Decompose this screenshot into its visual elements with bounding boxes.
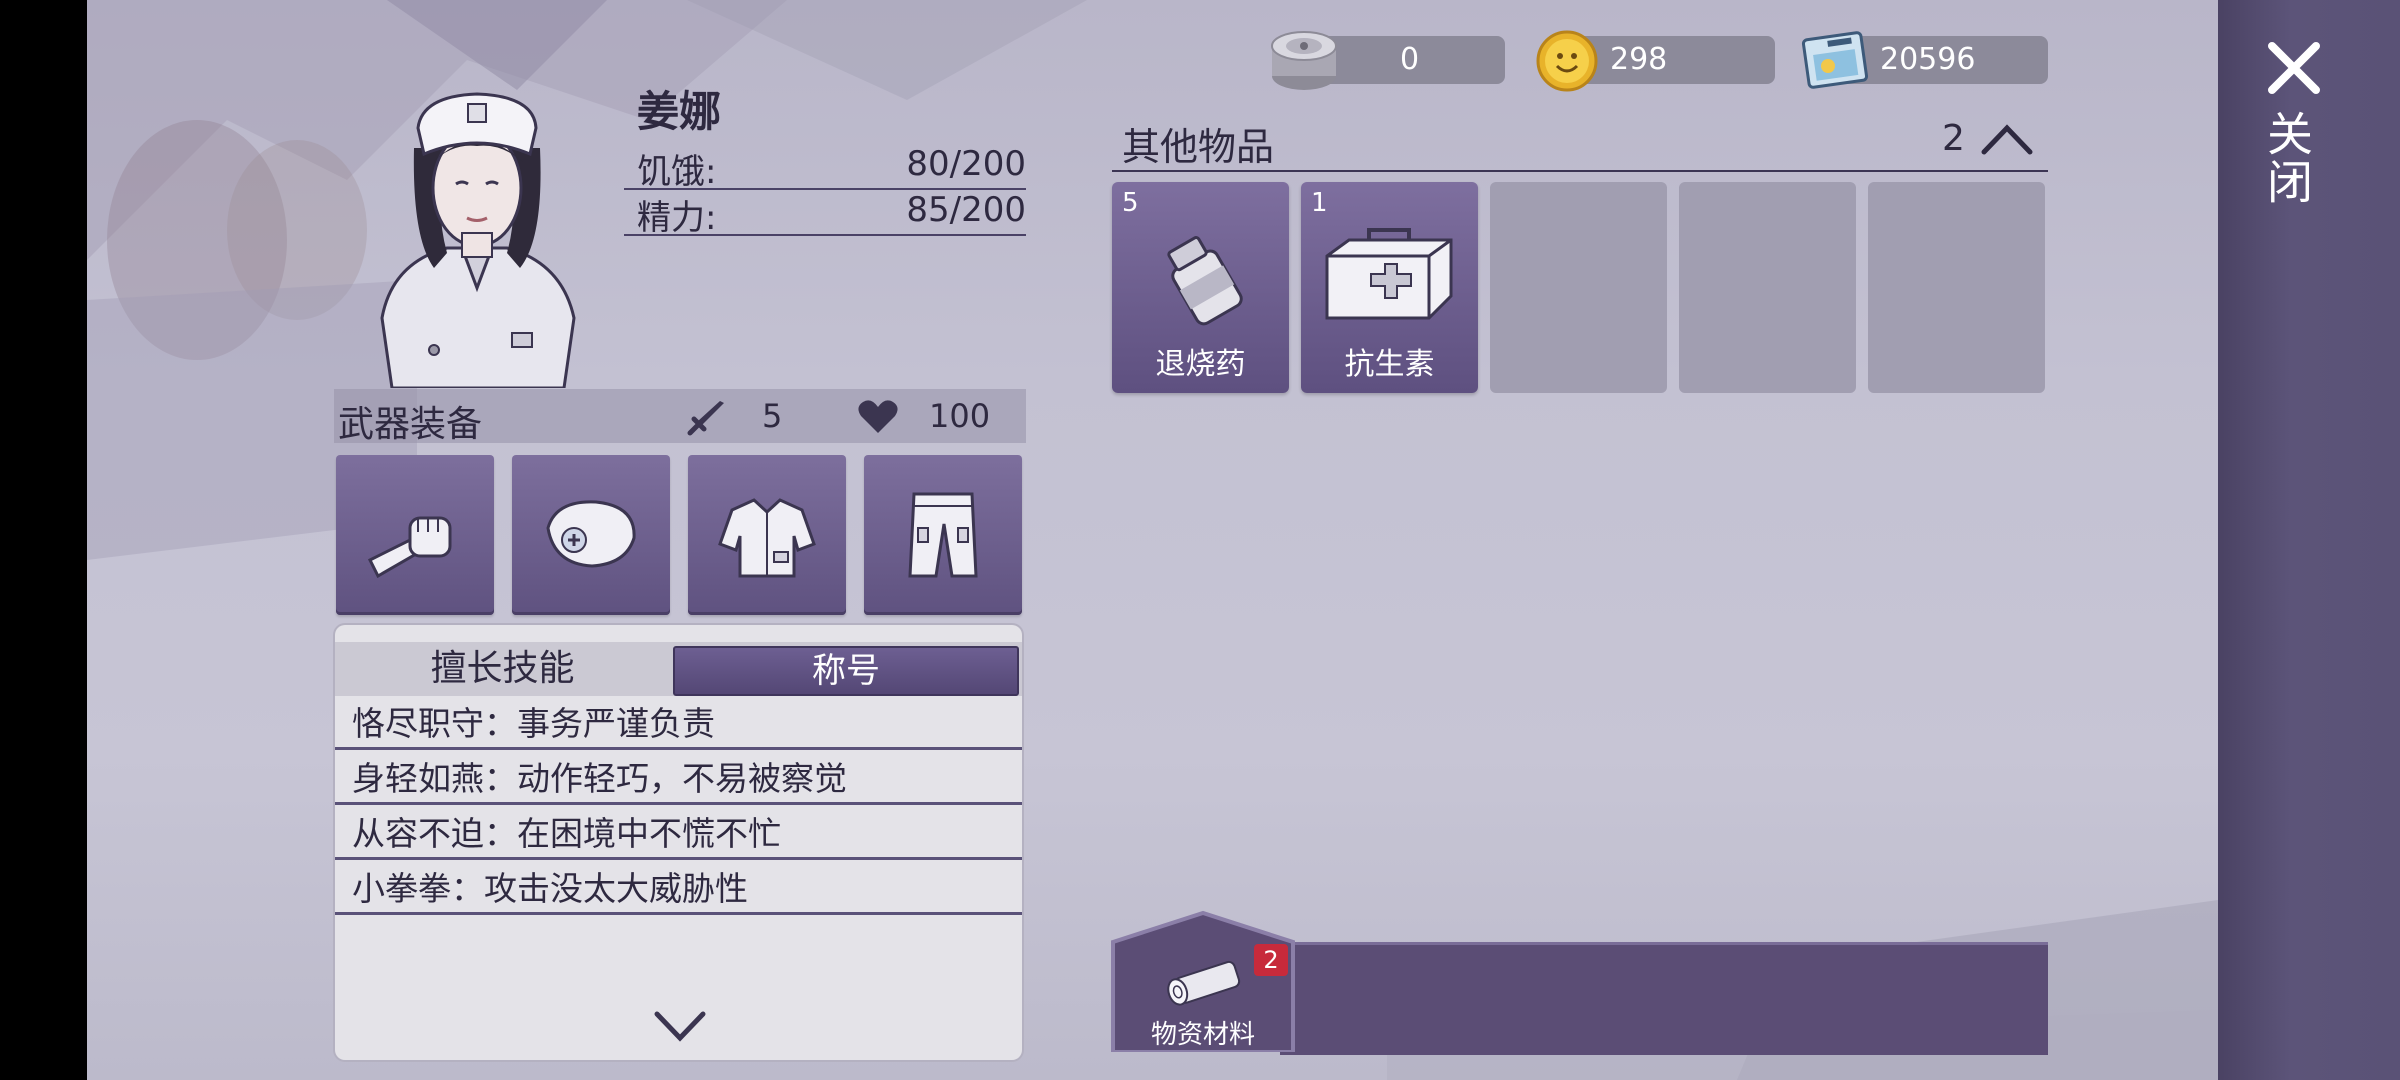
weapon-equipment-title: 武器装备	[338, 404, 483, 445]
stat-hunger-label: 饥饿:	[637, 152, 717, 192]
category-tab-materials[interactable]: 2 物资材料	[1110, 910, 1296, 1052]
pants-icon	[908, 492, 978, 578]
tab-skills[interactable]: 擅长技能	[335, 642, 670, 696]
equip-slot-legs[interactable]	[864, 455, 1022, 615]
close-label: 关闭	[2260, 110, 2314, 206]
other-items-header: 其他物品 2	[1112, 112, 2048, 172]
fist-icon	[367, 516, 452, 579]
wood-log-icon	[1167, 960, 1241, 1006]
nurse-shirt-icon	[718, 498, 816, 578]
nurse-cap-icon	[546, 500, 636, 568]
smiley-coin-icon	[1536, 30, 1598, 92]
item-slot-fever-medicine[interactable]: 5 退烧药	[1112, 182, 1289, 393]
trait-item: 恪尽职守：事务严谨负责	[335, 698, 1022, 750]
currency-coin-value: 298	[1610, 42, 1668, 77]
heart-icon	[858, 400, 898, 433]
chevron-up-icon[interactable]	[1980, 122, 2034, 156]
category-badge: 2	[1254, 944, 1288, 976]
currency-film-value: 0	[1400, 42, 1420, 77]
skill-panel: 擅长技能 称号 恪尽职守：事务严谨负责 身轻如燕：动作轻巧，不易被察觉 从容不迫…	[335, 625, 1022, 1060]
sword-icon	[687, 401, 724, 436]
other-items-count: 2	[1942, 118, 1965, 159]
item-count: 5	[1122, 188, 1139, 218]
item-slot-empty[interactable]	[1490, 182, 1667, 393]
stat-energy: 精力: 85/200	[624, 190, 1026, 238]
ticket-icon	[1801, 31, 1869, 89]
equip-slot-body[interactable]	[688, 455, 846, 615]
stat-hunger: 饥饿: 80/200	[624, 144, 1026, 192]
item-name: 退烧药	[1155, 347, 1246, 382]
skill-tab-bar: 擅长技能 称号	[335, 642, 1022, 696]
item-name: 抗生素	[1344, 347, 1435, 382]
first-aid-kit-icon	[1325, 228, 1453, 320]
chevron-down-icon[interactable]	[653, 1010, 707, 1044]
currency-ticket-value: 20596	[1880, 42, 1976, 77]
item-slot-empty[interactable]	[1679, 182, 1856, 393]
item-slot-antibiotic[interactable]: 1 抗生素	[1301, 182, 1478, 393]
currency-ticket: 20596	[1840, 36, 2048, 84]
equip-slot-head[interactable]	[512, 455, 670, 615]
trait-item: 从容不迫：在困境中不慌不忙	[335, 808, 1022, 860]
medicine-bottle-icon	[1167, 236, 1243, 326]
item-count: 1	[1311, 188, 1328, 218]
film-reel-icon	[1271, 31, 1337, 90]
category-label: 物资材料	[1150, 1020, 1255, 1050]
attack-value: 5	[762, 397, 783, 435]
equip-slot-weapon[interactable]	[336, 455, 494, 615]
item-slot-empty[interactable]	[1868, 182, 2045, 393]
category-bar	[1280, 942, 2048, 1055]
close-button[interactable]: 关闭	[2250, 30, 2340, 230]
stat-energy-value: 85/200	[906, 190, 1026, 230]
character-portrait	[380, 92, 576, 388]
tab-titles[interactable]: 称号	[673, 646, 1019, 696]
close-icon	[2268, 42, 2320, 94]
stat-hunger-value: 80/200	[906, 144, 1026, 184]
trait-item: 身轻如燕：动作轻巧，不易被察觉	[335, 753, 1022, 805]
other-items-title: 其他物品	[1122, 125, 1275, 169]
character-name: 姜娜	[637, 87, 722, 136]
weapon-equipment-bar: 武器装备 5 100	[334, 389, 1026, 445]
trait-item: 小拳拳：攻击没太大威胁性	[335, 863, 1022, 915]
stat-energy-label: 精力:	[637, 198, 717, 238]
health-value: 100	[929, 397, 991, 435]
